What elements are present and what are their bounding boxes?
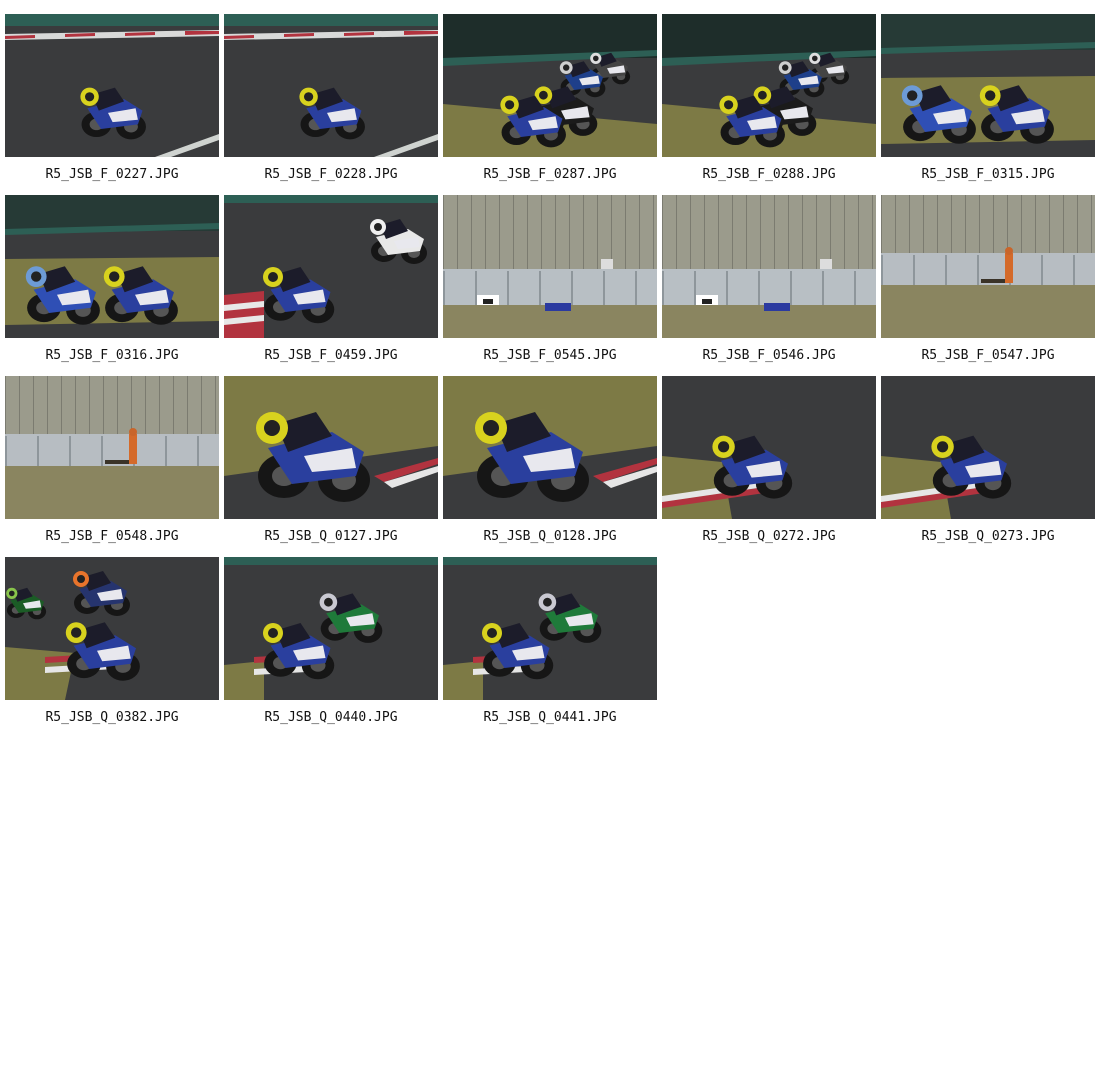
photo-filename: R5_JSB_Q_0273.JPG bbox=[921, 529, 1055, 544]
photo-thumbnail[interactable] bbox=[224, 557, 438, 700]
photo-thumbnail[interactable] bbox=[662, 376, 876, 519]
photo-thumbnail[interactable] bbox=[5, 376, 219, 519]
photo-filename: R5_JSB_F_0227.JPG bbox=[45, 167, 179, 182]
photo-tile[interactable]: R5_JSB_Q_0382.JPG bbox=[5, 557, 219, 727]
photo-thumbnail[interactable] bbox=[443, 557, 657, 700]
photo-tile[interactable]: R5_JSB_F_0315.JPG bbox=[881, 14, 1095, 184]
photo-tile[interactable]: R5_JSB_F_0459.JPG bbox=[224, 195, 438, 365]
photo-image bbox=[224, 14, 438, 157]
photo-filename: R5_JSB_Q_0128.JPG bbox=[483, 529, 617, 544]
photo-tile[interactable]: R5_JSB_F_0228.JPG bbox=[224, 14, 438, 184]
photo-image bbox=[881, 376, 1095, 519]
photo-thumbnail[interactable] bbox=[224, 195, 438, 338]
photo-filename: R5_JSB_F_0287.JPG bbox=[483, 167, 617, 182]
photo-image bbox=[224, 557, 438, 700]
photo-filename: R5_JSB_Q_0272.JPG bbox=[702, 529, 836, 544]
photo-image bbox=[662, 195, 876, 338]
photo-filename: R5_JSB_F_0315.JPG bbox=[921, 167, 1055, 182]
photo-image bbox=[5, 557, 219, 700]
photo-tile[interactable]: R5_JSB_F_0287.JPG bbox=[443, 14, 657, 184]
photo-tile[interactable]: R5_JSB_F_0547.JPG bbox=[881, 195, 1095, 365]
photo-image bbox=[881, 14, 1095, 157]
photo-filename: R5_JSB_F_0547.JPG bbox=[921, 348, 1055, 363]
photo-tile[interactable]: R5_JSB_F_0548.JPG bbox=[5, 376, 219, 546]
photo-thumbnail[interactable] bbox=[443, 14, 657, 157]
photo-image bbox=[443, 557, 657, 700]
photo-image bbox=[224, 376, 438, 519]
photo-thumbnail[interactable] bbox=[443, 195, 657, 338]
photo-filename: R5_JSB_Q_0440.JPG bbox=[264, 710, 398, 725]
photo-tile[interactable]: R5_JSB_Q_0272.JPG bbox=[662, 376, 876, 546]
photo-tile[interactable]: R5_JSB_Q_0127.JPG bbox=[224, 376, 438, 546]
photo-thumbnail[interactable] bbox=[881, 14, 1095, 157]
photo-thumbnail[interactable] bbox=[5, 195, 219, 338]
photo-tile[interactable]: R5_JSB_F_0316.JPG bbox=[5, 195, 219, 365]
photo-filename: R5_JSB_F_0546.JPG bbox=[702, 348, 836, 363]
photo-filename: R5_JSB_Q_0382.JPG bbox=[45, 710, 179, 725]
photo-tile[interactable]: R5_JSB_F_0227.JPG bbox=[5, 14, 219, 184]
photo-image bbox=[443, 195, 657, 338]
photo-image bbox=[881, 195, 1095, 338]
photo-image bbox=[443, 14, 657, 157]
photo-tile[interactable]: R5_JSB_Q_0441.JPG bbox=[443, 557, 657, 727]
photo-image bbox=[662, 376, 876, 519]
photo-filename: R5_JSB_F_0459.JPG bbox=[264, 348, 398, 363]
photo-thumbnail[interactable] bbox=[881, 195, 1095, 338]
photo-image bbox=[443, 376, 657, 519]
photo-image bbox=[5, 376, 219, 519]
photo-thumbnail[interactable] bbox=[224, 376, 438, 519]
photo-image bbox=[662, 14, 876, 157]
photo-filename: R5_JSB_F_0288.JPG bbox=[702, 167, 836, 182]
photo-tile[interactable]: R5_JSB_F_0288.JPG bbox=[662, 14, 876, 184]
photo-thumbnail[interactable] bbox=[662, 195, 876, 338]
photo-image bbox=[5, 195, 219, 338]
photo-filename: R5_JSB_Q_0127.JPG bbox=[264, 529, 398, 544]
photo-filename: R5_JSB_F_0545.JPG bbox=[483, 348, 617, 363]
photo-thumbnail[interactable] bbox=[5, 14, 219, 157]
photo-thumbnail[interactable] bbox=[5, 557, 219, 700]
photo-tile[interactable]: R5_JSB_F_0545.JPG bbox=[443, 195, 657, 365]
photo-image bbox=[5, 14, 219, 157]
photo-tile[interactable]: R5_JSB_Q_0273.JPG bbox=[881, 376, 1095, 546]
photo-thumbnail[interactable] bbox=[662, 14, 876, 157]
photo-filename: R5_JSB_Q_0441.JPG bbox=[483, 710, 617, 725]
photo-filename: R5_JSB_F_0548.JPG bbox=[45, 529, 179, 544]
photo-tile[interactable]: R5_JSB_Q_0440.JPG bbox=[224, 557, 438, 727]
photo-tile[interactable]: R5_JSB_Q_0128.JPG bbox=[443, 376, 657, 546]
photo-filename: R5_JSB_F_0316.JPG bbox=[45, 348, 179, 363]
photo-thumbnail[interactable] bbox=[443, 376, 657, 519]
photo-thumbnail[interactable] bbox=[224, 14, 438, 157]
photo-image bbox=[224, 195, 438, 338]
photo-tile[interactable]: R5_JSB_F_0546.JPG bbox=[662, 195, 876, 365]
photo-thumbnail[interactable] bbox=[881, 376, 1095, 519]
photo-filename: R5_JSB_F_0228.JPG bbox=[264, 167, 398, 182]
